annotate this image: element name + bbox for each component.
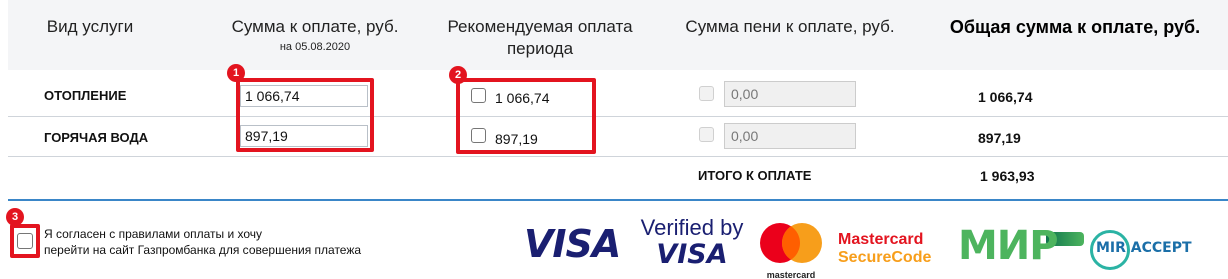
highlight-box-amount (236, 78, 374, 152)
header-recommended-line2: периода (506, 39, 574, 58)
summary-divider (8, 199, 1228, 201)
verified-by-visa-logo: Verified by VISA (640, 216, 744, 274)
header-amount-label: Сумма к оплате, руб. (231, 17, 399, 36)
agree-checkbox[interactable] (17, 233, 33, 249)
mastercard-securecode-logo: Mastercard SecureCode (838, 231, 948, 271)
agreement-line2: перейти на сайт Газпромбанка для соверше… (44, 243, 362, 257)
mastercard-circles-icon (760, 223, 822, 263)
step-marker-3: 3 (6, 208, 24, 226)
highlight-box-recommended (456, 78, 596, 154)
securecode-line2: SecureCode (838, 249, 932, 266)
header-service: Вид услуги (46, 17, 134, 36)
summary-value: 1 963,93 (980, 168, 1035, 184)
header-amount: Сумма к оплате, руб. на 05.08.2020 (210, 16, 420, 54)
verified-visa-text: VISA (656, 239, 728, 270)
total-heating: 1 066,74 (978, 89, 1033, 105)
header-recommended: Рекомендуемая оплата периода (430, 16, 650, 60)
visa-logo-text: VISA (524, 222, 621, 266)
mir-accept-logo: MIR ACCEPT (1090, 226, 1210, 270)
securecode-line1: Mastercard (838, 231, 924, 248)
mir-logo-text: МИР (958, 223, 1059, 269)
peni-input-hot-water (724, 123, 856, 149)
mir-logo: МИР (958, 224, 1086, 268)
service-name-heating: ОТОПЛЕНИЕ (44, 88, 127, 103)
service-name-hot-water: ГОРЯЧАЯ ВОДА (44, 130, 149, 145)
verified-by-text: Verified by (640, 215, 744, 240)
header-total: Общая сумма к оплате, руб. (949, 17, 1201, 37)
total-hot-water: 897,19 (978, 130, 1021, 146)
peni-checkbox-hot-water (699, 127, 714, 142)
mir-accept-text: MIR ACCEPT (1096, 240, 1192, 256)
mastercard-caption: mastercard (766, 270, 816, 279)
agreement-text: Я согласен с правилами оплаты и хочу пер… (44, 226, 404, 258)
row-divider (8, 116, 1228, 117)
header-recommended-line1: Рекомендуемая оплата (447, 17, 633, 36)
peni-checkbox-heating (699, 86, 714, 101)
header-peni: Сумма пени к оплате, руб. (685, 17, 895, 36)
step-marker-2: 2 (449, 66, 467, 84)
visa-logo: VISA (524, 222, 636, 266)
peni-input-heating (724, 81, 856, 107)
mastercard-logo: mastercard (756, 222, 826, 279)
step-marker-1: 1 (227, 64, 245, 82)
summary-label: ИТОГО К ОПЛАТЕ (698, 168, 812, 183)
header-amount-date: на 05.08.2020 (279, 41, 351, 53)
row-divider (8, 156, 1228, 157)
agreement-line1: Я согласен с правилами оплаты и хочу (44, 227, 263, 241)
